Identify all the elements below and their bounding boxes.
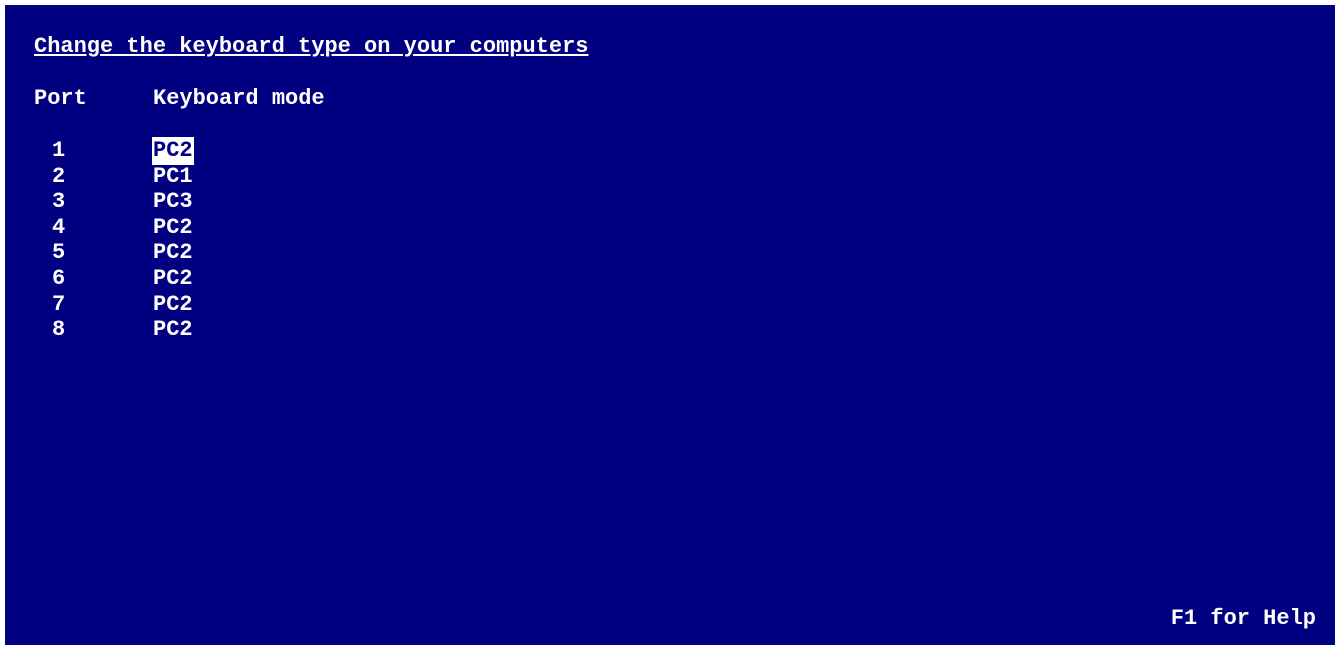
port-number: 5 xyxy=(52,240,66,266)
keyboard-mode-field[interactable]: PC2 xyxy=(153,240,193,266)
port-number: 2 xyxy=(52,163,66,189)
keyboard-mode-field[interactable]: PC2 xyxy=(153,317,193,343)
port-number: 1 xyxy=(52,138,66,163)
keyboard-mode-field[interactable]: PC2 xyxy=(153,215,193,241)
port-number: 6 xyxy=(52,265,66,291)
keyboard-mode-field[interactable]: PC1 xyxy=(153,164,193,190)
port-number: 8 xyxy=(52,317,66,343)
page-title: Change the keyboard type on your compute… xyxy=(34,34,589,59)
port-number: 3 xyxy=(52,189,66,215)
keyboard-mode-field[interactable]: PC2 xyxy=(153,292,193,318)
port-number: 7 xyxy=(52,291,66,317)
keyboard-config-screen: Change the keyboard type on your compute… xyxy=(5,5,1335,645)
keyboard-mode-field[interactable]: PC3 xyxy=(153,189,193,215)
help-hint: F1 for Help xyxy=(1170,606,1316,631)
port-number: 4 xyxy=(52,214,66,240)
keyboard-mode-field[interactable]: PC2 xyxy=(152,137,194,165)
keyboard-mode-field[interactable]: PC2 xyxy=(153,266,193,292)
port-column-header: Port xyxy=(34,86,87,111)
keyboard-mode-column-header: Keyboard mode xyxy=(153,86,325,111)
